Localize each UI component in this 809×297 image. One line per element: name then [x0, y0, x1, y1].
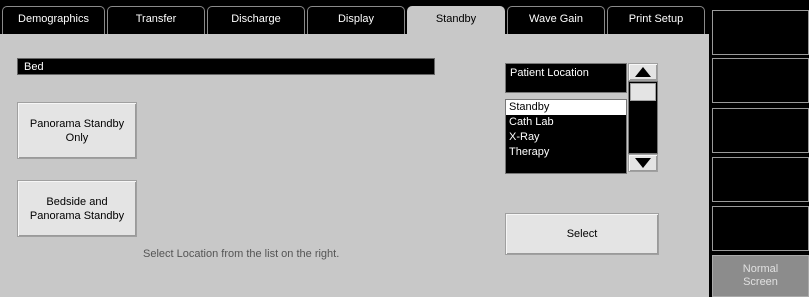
instruction-text: Select Location from the list on the rig… [143, 248, 340, 260]
tab-display[interactable]: Display [307, 6, 405, 34]
location-item-x-ray[interactable]: X-Ray [506, 130, 626, 145]
scrollbar-thumb[interactable] [630, 83, 656, 101]
scroll-up-button[interactable] [628, 63, 658, 81]
patient-location-list[interactable]: Standby Cath Lab X-Ray Therapy [505, 99, 627, 174]
patient-location-header: Patient Location [505, 63, 627, 93]
tab-print-setup[interactable]: Print Setup [607, 6, 705, 34]
tab-bar: Demographics Transfer Discharge Display … [0, 0, 709, 36]
select-button[interactable]: Select [505, 213, 659, 255]
location-item-standby[interactable]: Standby [506, 100, 626, 115]
panorama-standby-only-button[interactable]: Panorama Standby Only [17, 102, 137, 159]
triangle-up-icon [635, 67, 651, 77]
side-button-5[interactable] [712, 206, 809, 251]
tab-standby[interactable]: Standby [407, 6, 505, 36]
bedside-and-panorama-standby-button[interactable]: Bedside and Panorama Standby [17, 180, 137, 237]
normal-screen-button[interactable]: Normal Screen [712, 255, 809, 297]
normal-screen-label: Normal Screen [742, 263, 779, 288]
triangle-down-icon [635, 158, 651, 168]
bedside-and-panorama-standby-label: Bedside and Panorama Standby [29, 195, 125, 222]
side-button-4[interactable] [712, 157, 809, 202]
tab-discharge[interactable]: Discharge [207, 6, 305, 34]
location-item-therapy[interactable]: Therapy [506, 145, 626, 160]
side-button-2[interactable] [712, 58, 809, 103]
side-button-1[interactable] [712, 10, 809, 55]
panorama-standby-only-label: Panorama Standby Only [29, 117, 125, 144]
side-button-column: Normal Screen [709, 0, 809, 297]
select-button-label: Select [566, 228, 598, 240]
tab-transfer[interactable]: Transfer [107, 6, 205, 34]
bed-field: Bed [17, 58, 435, 75]
tab-demographics[interactable]: Demographics [2, 6, 105, 34]
scroll-down-button[interactable] [628, 154, 658, 172]
scrollbar-track[interactable] [628, 81, 658, 154]
side-button-3[interactable] [712, 108, 809, 153]
location-item-cath-lab[interactable]: Cath Lab [506, 115, 626, 130]
tab-wave-gain[interactable]: Wave Gain [507, 6, 605, 34]
